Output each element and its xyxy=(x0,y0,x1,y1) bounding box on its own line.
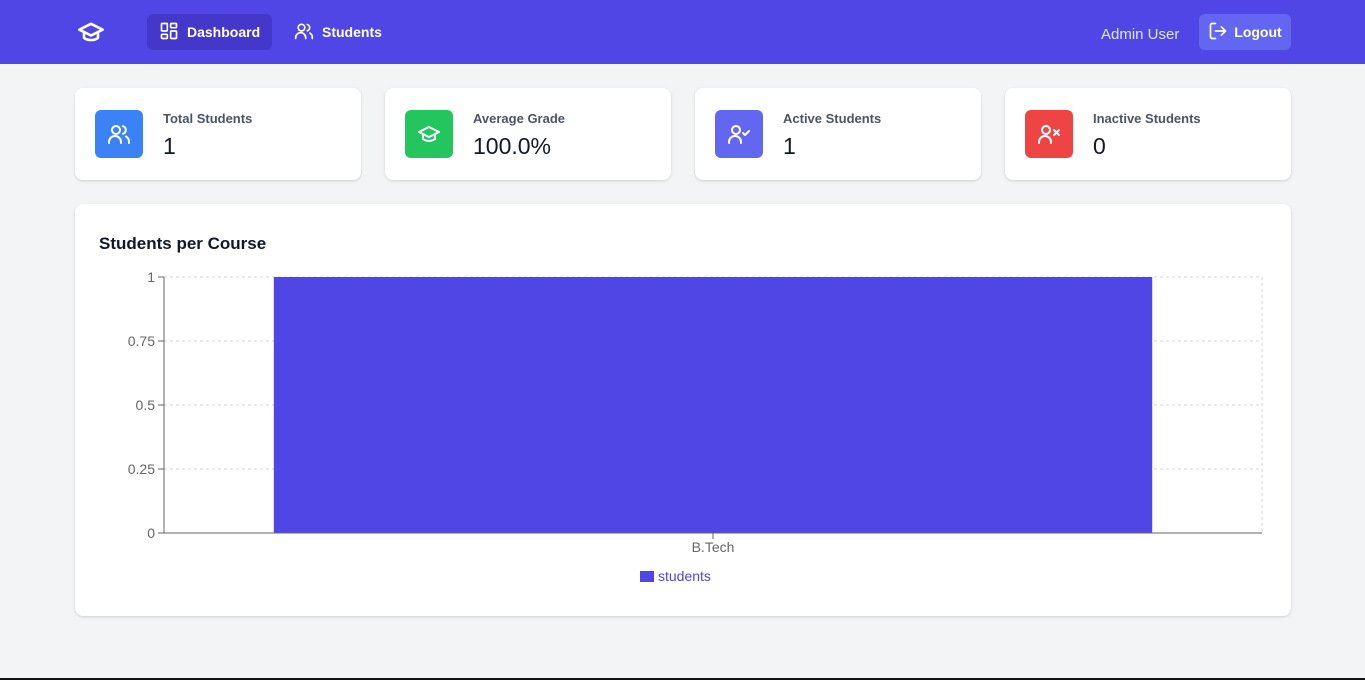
graduation-cap-icon xyxy=(405,110,453,158)
y-tick-label: 0 xyxy=(147,525,155,541)
graduation-cap-icon[interactable] xyxy=(75,18,107,46)
stat-label: Inactive Students xyxy=(1093,111,1201,126)
nav-item-dashboard[interactable]: Dashboard xyxy=(147,14,273,50)
nav-item-students[interactable]: Students xyxy=(282,14,394,50)
stat-value: 0 xyxy=(1093,133,1106,159)
x-tick-label: B.Tech xyxy=(692,539,735,555)
stat-value: 100.0% xyxy=(473,133,552,159)
stat-label: Active Students xyxy=(783,111,882,126)
stat-card-average-grade: Average Grade 100.0% xyxy=(385,88,671,180)
stat-label: Average Grade xyxy=(473,111,566,126)
y-tick-label: 1 xyxy=(147,269,155,285)
stat-card-active-students: Active Students 1 xyxy=(695,88,981,180)
stat-card-total-students: Total Students 1 xyxy=(75,88,361,180)
users-icon xyxy=(95,110,143,158)
y-tick-label: 0.5 xyxy=(136,397,156,413)
nav-item-label: Dashboard xyxy=(187,24,261,40)
logout-icon xyxy=(1208,21,1228,44)
chart-panel: Students per Course 0 0.25 0.5 0.75 1 B.Tech s… xyxy=(75,204,1291,616)
user-x-icon xyxy=(1025,110,1073,158)
stat-value: 1 xyxy=(783,133,796,159)
dashboard-grid-icon xyxy=(159,21,179,44)
user-name: Admin User xyxy=(1101,26,1180,43)
user-check-icon xyxy=(715,110,763,158)
stat-value: 1 xyxy=(163,133,176,159)
y-tick-label: 0.25 xyxy=(128,461,155,477)
legend-label: students xyxy=(658,568,711,584)
logout-button[interactable]: Logout xyxy=(1199,14,1291,50)
stat-card-inactive-students: Inactive Students 0 xyxy=(1005,88,1291,180)
nav-item-label: Students xyxy=(322,24,382,40)
top-navbar: Dashboard Students Admin User Logout xyxy=(0,0,1365,64)
legend-swatch xyxy=(640,571,654,582)
stat-label: Total Students xyxy=(163,111,253,126)
y-tick-label: 0.75 xyxy=(128,333,155,349)
bar xyxy=(273,277,1153,533)
users-icon xyxy=(294,21,314,44)
logout-label: Logout xyxy=(1234,24,1282,40)
students-per-course-chart: 0 0.25 0.5 0.75 1 B.Tech students xyxy=(128,269,1263,584)
